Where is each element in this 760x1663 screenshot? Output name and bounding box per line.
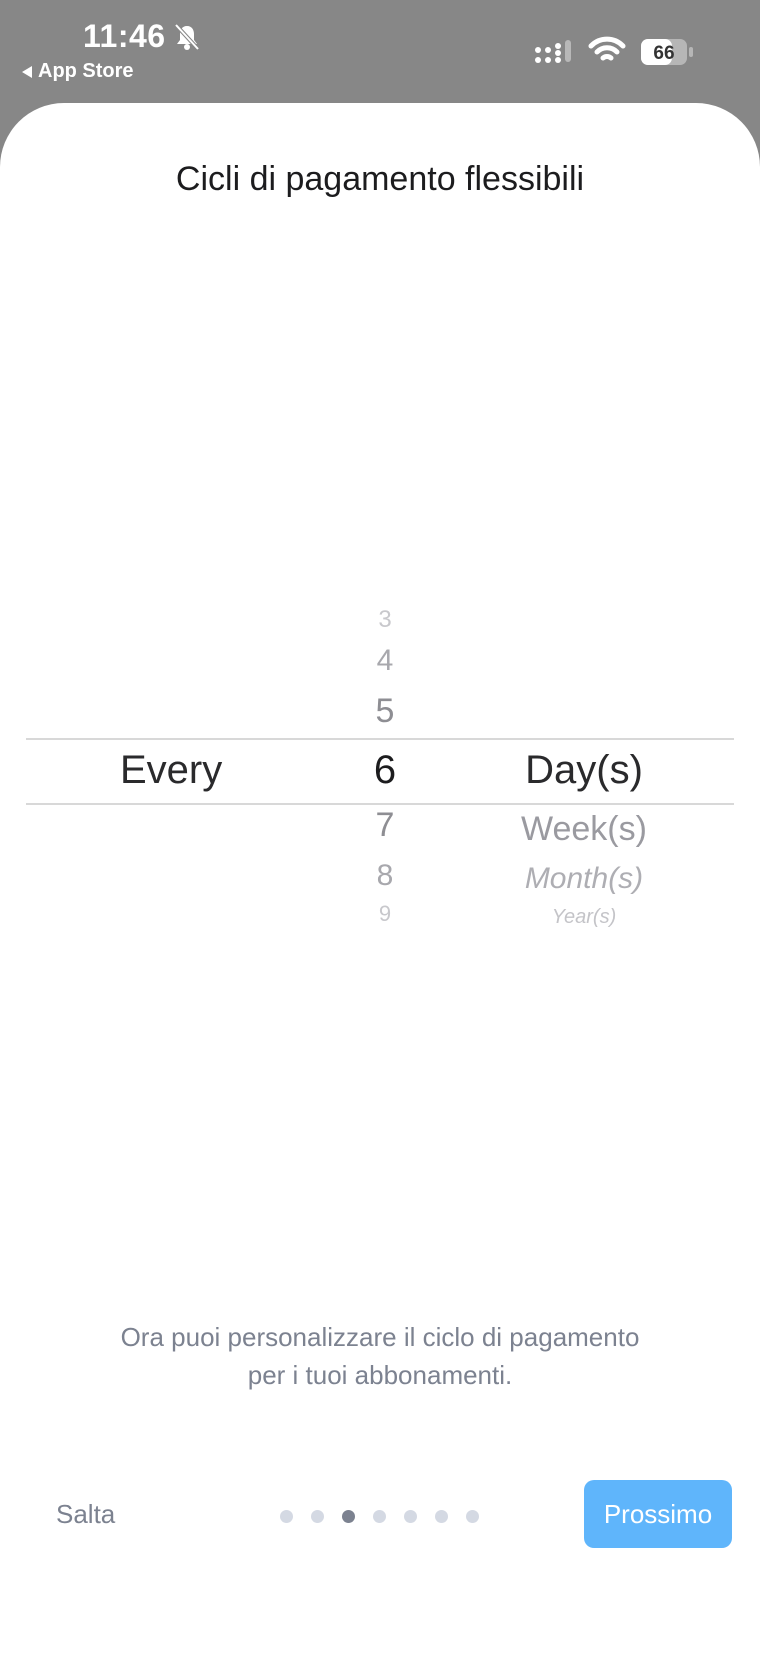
skip-button[interactable]: Salta — [56, 1499, 115, 1530]
picker-unit-option[interactable]: Year(s) — [454, 906, 714, 929]
page-title: Cicli di pagamento flessibili — [175, 160, 585, 198]
picker-selection-top-line — [26, 738, 734, 740]
picker-number-option[interactable]: 7 — [345, 806, 425, 845]
page-indicator — [280, 1510, 479, 1523]
page-dot-active[interactable] — [342, 1510, 355, 1523]
battery-icon: 66 — [641, 39, 693, 65]
picker-number-option[interactable]: 8 — [345, 859, 425, 893]
picker-number-option[interactable]: 3 — [345, 606, 425, 634]
page-dot[interactable] — [466, 1510, 479, 1523]
next-button[interactable]: Prossimo — [584, 1480, 732, 1548]
onboarding-description: Ora puoi personalizzare il ciclo di paga… — [0, 1318, 760, 1394]
picker-number-option[interactable]: 4 — [345, 644, 425, 678]
wifi-icon — [588, 36, 626, 61]
page-dot[interactable] — [373, 1510, 386, 1523]
back-label: App Store — [38, 60, 134, 82]
page-dot[interactable] — [280, 1510, 293, 1523]
billing-cycle-picker[interactable]: Every 3 4 5 6 7 8 9 Day(s) Week(s) Month… — [26, 596, 734, 936]
battery-percentage: 66 — [653, 43, 674, 64]
status-time: 11:46 — [83, 18, 166, 54]
picker-unit-option[interactable]: Month(s) — [454, 862, 714, 896]
page-dot[interactable] — [404, 1510, 417, 1523]
back-to-app-store-link[interactable]: App Store — [22, 60, 134, 83]
back-arrow-icon — [22, 65, 32, 78]
picker-number-option[interactable]: 9 — [345, 901, 425, 927]
page-dot[interactable] — [435, 1510, 448, 1523]
picker-unit-selected[interactable]: Day(s) — [454, 748, 714, 793]
picker-number-option[interactable]: 5 — [345, 692, 425, 731]
page-dot[interactable] — [311, 1510, 324, 1523]
picker-unit-option[interactable]: Week(s) — [454, 810, 714, 849]
bell-slash-icon — [174, 23, 200, 51]
status-bar: 11:46 App Store 66 — [0, 0, 760, 100]
picker-number-selected[interactable]: 6 — [345, 748, 425, 793]
description-line: per i tuoi abbonamenti. — [247, 1360, 513, 1390]
cellular-signal-icon — [535, 40, 571, 63]
description-line: Ora puoi personalizzare il ciclo di paga… — [120, 1322, 640, 1352]
picker-selection-bottom-line — [26, 803, 734, 805]
picker-label-every: Every — [120, 748, 223, 792]
